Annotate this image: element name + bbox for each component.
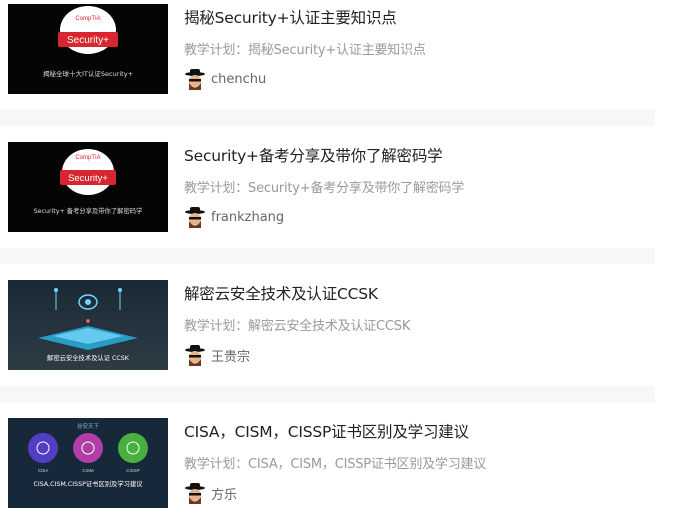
thumb-caption: 解密云安全技术及认证 CCSK (47, 353, 130, 362)
author-name: chenchu (211, 71, 267, 87)
course-plan: 教学计划：CISA，CISM，CISSP证书区别及学习建议 (184, 453, 486, 472)
plan-prefix: 教学计划： (184, 43, 249, 58)
course-author[interactable]: 王贵宗 (184, 344, 250, 366)
course-author[interactable]: frankzhang (184, 206, 284, 228)
plan-prefix: 教学计划： (184, 319, 249, 334)
course-plan: 教学计划：解密云安全技术及认证CCSK (184, 315, 410, 334)
thumb-caption: Security+ 备考分享及带你了解密码学 (34, 206, 143, 215)
thumb-label: CISA (38, 468, 49, 473)
course-card[interactable]: CompTIA Security+ 揭秘全球十大IT认证Security+ 揭秘… (0, 0, 655, 118)
course-title[interactable]: CISA，CISM，CISSP证书区别及学习建议 (184, 420, 469, 442)
thumb-logo-mid: Security+ (67, 35, 109, 46)
course-thumbnail[interactable]: CompTIA Security+ Security+ 备考分享及带你了解密码学 (8, 142, 168, 232)
plan-text: Security+备考分享及带你了解密码学 (248, 181, 465, 196)
author-name: frankzhang (211, 209, 285, 225)
course-plan: 教学计划：Security+备考分享及带你了解密码学 (184, 177, 464, 196)
thumb-logo-mid: Security+ (68, 173, 108, 184)
course-plan: 教学计划：揭秘Security+认证主要知识点 (184, 39, 426, 58)
course-card[interactable]: 谷安天下 CISA CISM CISSP CISA,CISM,CISSP证书区别… (0, 402, 655, 519)
card-separator (0, 110, 655, 126)
card-separator (0, 248, 655, 264)
thumb-logo-top: CompTIA (75, 16, 100, 22)
avatar-icon (185, 207, 205, 228)
course-title[interactable]: Security+备考分享及带你了解密码学 (184, 144, 443, 166)
plan-text: CISA，CISM，CISSP证书区别及学习建议 (248, 457, 487, 472)
plan-prefix: 教学计划： (184, 181, 249, 196)
author-name: 王贵宗 (211, 349, 251, 365)
course-card[interactable]: 解密云安全技术及认证 CCSK 解密云安全技术及认证CCSK 教学计划：解密云安… (0, 264, 655, 386)
card-separator (0, 386, 655, 402)
avatar-icon (185, 345, 205, 366)
plan-text: 解密云安全技术及认证CCSK (248, 319, 411, 334)
plan-text: 揭秘Security+认证主要知识点 (248, 43, 426, 58)
course-author[interactable]: 方乐 (184, 482, 237, 504)
thumb-label: CISSP (126, 468, 140, 473)
thumb-logo-top: CompTIA (75, 155, 100, 161)
course-card[interactable]: CompTIA Security+ Security+ 备考分享及带你了解密码学… (0, 126, 655, 248)
thumb-header: 谷安天下 (77, 422, 100, 430)
plan-prefix: 教学计划： (184, 457, 249, 472)
thumb-caption: 揭秘全球十大IT认证Security+ (43, 69, 133, 78)
course-thumbnail[interactable]: 解密云安全技术及认证 CCSK (8, 280, 168, 370)
course-title[interactable]: 解密云安全技术及认证CCSK (184, 282, 378, 304)
thumb-caption: CISA,CISM,CISSP证书区别及学习建议 (33, 479, 143, 488)
course-thumbnail[interactable]: 谷安天下 CISA CISM CISSP CISA,CISM,CISSP证书区别… (8, 418, 168, 508)
course-title[interactable]: 揭秘Security+认证主要知识点 (184, 6, 397, 28)
course-author[interactable]: chenchu (184, 68, 266, 90)
thumb-label: CISM (82, 468, 94, 473)
avatar-icon (185, 69, 205, 90)
author-name: 方乐 (211, 487, 238, 503)
avatar-icon (185, 483, 205, 504)
course-thumbnail[interactable]: CompTIA Security+ 揭秘全球十大IT认证Security+ (8, 4, 168, 94)
